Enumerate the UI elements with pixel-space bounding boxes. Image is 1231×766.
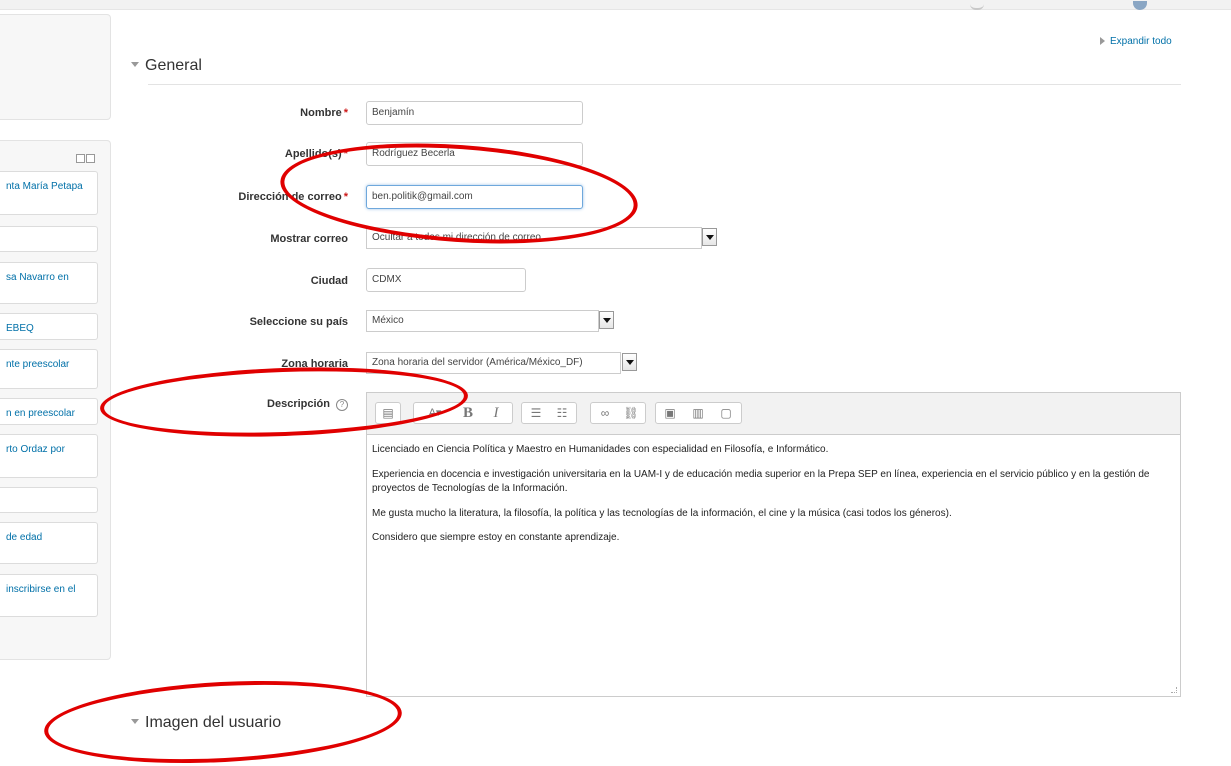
zona-label: Zona horaria — [281, 358, 348, 370]
descripcion-label-text: Descripción — [267, 398, 330, 410]
sidebar-block-top — [0, 14, 111, 120]
correo-label: Dirección de correo * — [238, 191, 348, 203]
toolbar-group-style: A▾ B I — [413, 402, 513, 424]
expand-all-link[interactable]: Expandir todo — [1100, 36, 1172, 47]
image-icon[interactable]: ▣ — [660, 403, 680, 423]
sidebar-item-1[interactable]: nta María Petapa — [0, 171, 98, 215]
collapse-caret-icon — [131, 62, 139, 67]
collapse-icon[interactable]: ▤ — [378, 403, 398, 423]
ordered-list-icon[interactable]: ☷ — [552, 403, 572, 423]
editor-content[interactable]: Licenciado en Ciencia Política y Maestro… — [372, 443, 1177, 556]
mostrar-correo-select[interactable]: Ocultar a todos mi dirección de correo — [366, 227, 702, 249]
sidebar-item-6[interactable]: n en preescolar — [0, 398, 98, 425]
collapse-icon[interactable] — [76, 154, 85, 163]
resize-handle-icon[interactable] — [1171, 687, 1177, 693]
unordered-list-icon[interactable]: ☰ — [526, 403, 546, 423]
toolbar-group-lists: ☰ ☷ — [521, 402, 577, 424]
section-divider — [148, 84, 1181, 85]
ciudad-label: Ciudad — [310, 275, 348, 287]
section-general-header[interactable]: General — [131, 57, 202, 75]
description-paragraph: Me gusta mucho la literatura, la filosof… — [372, 507, 952, 519]
correo-label-text: Dirección de correo — [238, 191, 342, 203]
sidebar-item-4[interactable]: EBEQ — [0, 313, 98, 340]
apellidos-input[interactable]: Rodríguez Becerla — [366, 142, 583, 166]
mostrar-correo-label: Mostrar correo — [270, 233, 348, 245]
bold-icon[interactable]: B — [458, 403, 478, 423]
nombre-input[interactable]: Benjamín — [366, 101, 583, 125]
help-icon[interactable]: ? — [336, 399, 348, 411]
description-paragraph: Licenciado en Ciencia Política y Maestro… — [372, 444, 829, 455]
user-avatar[interactable] — [1133, 1, 1147, 10]
toolbar-group-media: ▣ ▥ ▢ — [655, 402, 742, 424]
required-mark: * — [343, 107, 348, 119]
description-paragraph: Considero que siempre estoy en constante… — [372, 532, 620, 543]
description-editor[interactable]: ▤ A▾ B I ☰ ☷ ∞ ⛓ ▣ ▥ ▢ Licenciado en Cie… — [366, 392, 1181, 697]
expand-all-label: Expandir todo — [1110, 36, 1172, 47]
mostrar-correo-dropdown-icon[interactable] — [702, 228, 717, 246]
toolbar-group-collapse: ▤ — [375, 402, 401, 424]
sidebar-item-10[interactable]: inscribirse en el — [0, 574, 98, 617]
zona-dropdown-icon[interactable] — [622, 353, 637, 371]
description-paragraph: Experiencia en docencia e investigación … — [372, 468, 1150, 495]
link-icon[interactable]: ∞ — [595, 403, 615, 423]
required-mark: * — [343, 148, 348, 160]
collapse-caret-icon — [131, 719, 139, 724]
section-imagen-title: Imagen del usuario — [145, 714, 282, 731]
email-field[interactable]: ben.politik@gmail.com — [366, 185, 583, 209]
descripcion-label: Descripción? — [267, 398, 348, 411]
apellidos-label: Apellido(s) * — [285, 148, 348, 160]
sidebar-item-8[interactable] — [0, 487, 98, 513]
pais-dropdown-icon[interactable] — [599, 311, 614, 329]
font-size-icon[interactable]: A▾ — [418, 403, 452, 423]
nombre-label-text: Nombre — [300, 107, 342, 119]
notification-icon[interactable] — [970, 4, 984, 10]
pais-select[interactable]: México — [366, 310, 599, 332]
expand-arrow-icon — [1100, 37, 1105, 45]
italic-icon[interactable]: I — [486, 403, 506, 423]
top-navbar — [0, 0, 1231, 10]
pais-label: Seleccione su país — [249, 316, 348, 328]
required-mark: * — [343, 191, 348, 203]
nombre-label: Nombre * — [300, 107, 348, 119]
section-imagen-header[interactable]: Imagen del usuario — [131, 714, 281, 732]
media-icon[interactable]: ▥ — [688, 403, 708, 423]
sidebar-item-5[interactable]: nte preescolar — [0, 349, 98, 389]
block-controls[interactable] — [76, 154, 96, 164]
section-general-title: General — [145, 57, 202, 74]
ciudad-input[interactable]: CDMX — [366, 268, 526, 292]
unlink-icon[interactable]: ⛓ — [621, 403, 641, 423]
sidebar-item-2[interactable] — [0, 226, 98, 252]
dock-icon[interactable] — [86, 154, 95, 163]
manage-files-icon[interactable]: ▢ — [716, 403, 736, 423]
apellidos-label-text: Apellido(s) — [284, 148, 342, 160]
sidebar-item-3[interactable]: sa Navarro en — [0, 262, 98, 304]
editor-toolbar: ▤ A▾ B I ☰ ☷ ∞ ⛓ ▣ ▥ ▢ — [367, 393, 1180, 435]
toolbar-group-links: ∞ ⛓ — [590, 402, 646, 424]
sidebar-item-9[interactable]: de edad — [0, 522, 98, 564]
zona-select[interactable]: Zona horaria del servidor (América/Méxic… — [366, 352, 621, 374]
sidebar-item-7[interactable]: rto Ordaz por — [0, 434, 98, 478]
